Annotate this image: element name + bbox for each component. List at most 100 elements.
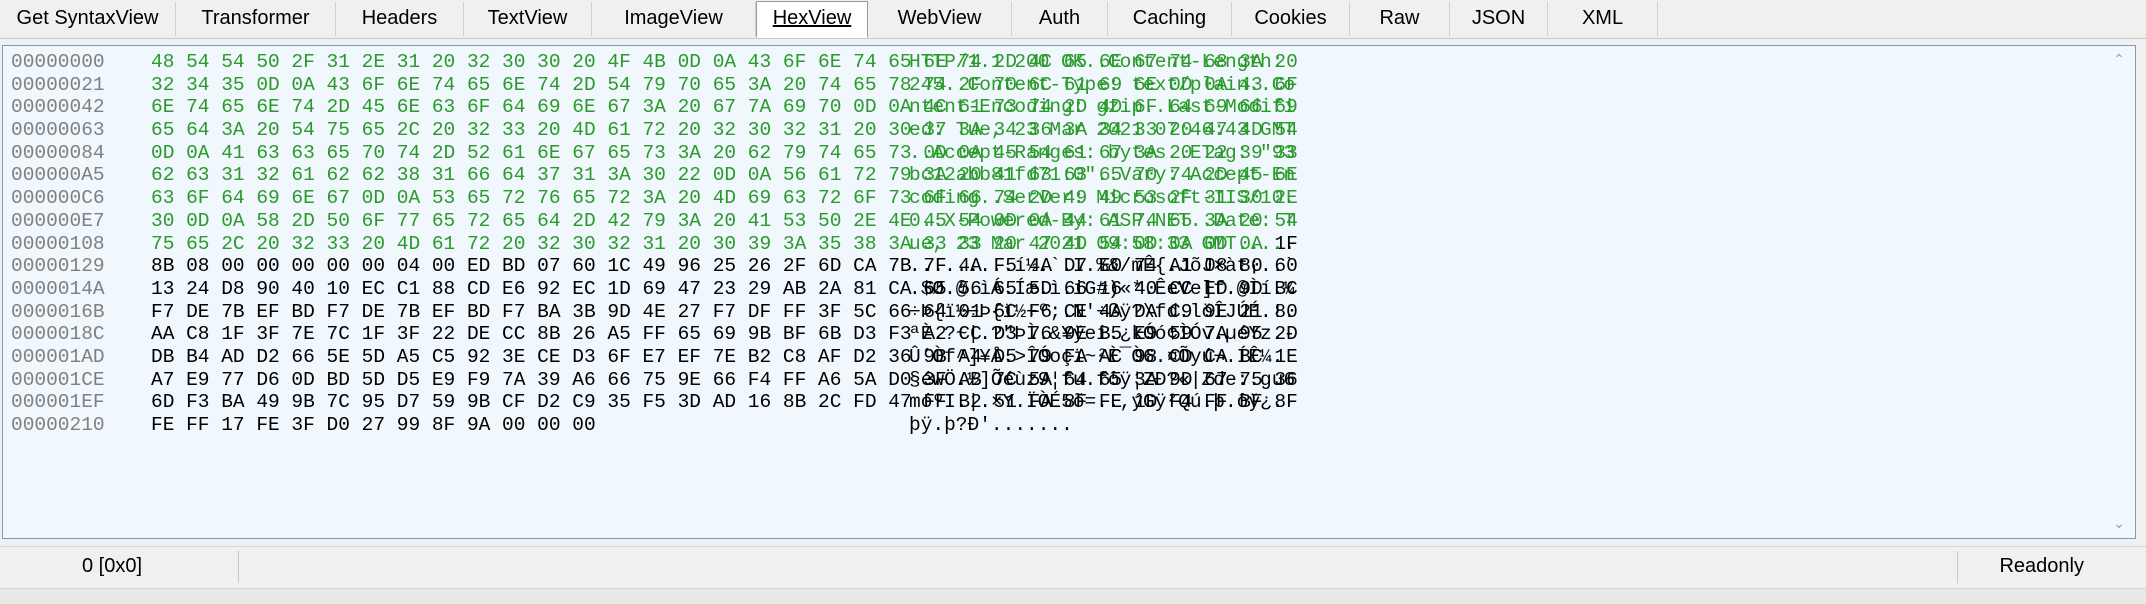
row-offset: 00000000	[11, 51, 105, 73]
ascii-chars: §éwÖ.½]Õéùz9¦fu.fôÿ¦ZÐ?«|Zde:.gu6	[909, 368, 1296, 391]
tab-headers[interactable]: Headers	[336, 2, 464, 36]
ascii-chars: ªÈ.?~|.?"ÞÌ.&¥ÿei.¿kÓó¢ÌÓv.µéYz.-	[909, 323, 1296, 346]
ascii-text: .$Ø.@.ìÁ.Íæ.ì.iG#)«*.ÊeVe]f.@Ìí.¼	[909, 278, 1295, 301]
hex-bytes: 75 65 2C 20 32 33 20 4D 61 72 20 32 30 3…	[151, 233, 1298, 256]
status-divider	[238, 551, 239, 583]
ascii-chars: ..Accept-Ranges: bytes..ETag: "93	[909, 141, 1296, 164]
hex-bytes: FE FF 17 FE 3F D0 27 99 8F 9A 00 00 00	[151, 414, 909, 437]
hex-row: 00000042 6E 74 65 6E 74 2D 45 6E 63 6F 64…	[11, 96, 1298, 119]
ascii-text: §éwÖ.½]Õéùz9¦fu.fôÿ¦ZÐ?«|Zde:.gu6	[909, 369, 1295, 392]
ascii-chars: ntent-Encoding: gzip..Last-Modifi	[909, 96, 1296, 119]
hex-row: 000001CE A7 E9 77 D6 0D BD 5D D5 E9 F9 7A…	[11, 368, 1298, 392]
hex-bytes: 62 63 31 32 61 62 62 38 31 66 64 37 31 3…	[151, 164, 1298, 187]
ascii-text: bc12abb81fd71:0"..Vary: Accept-En	[909, 164, 1295, 187]
cursor-position: 0 [0x0]	[82, 555, 143, 577]
hex-view-panel[interactable]: 00000000 48 54 54 50 2F 31 2E 31 20 32 30…	[2, 45, 2136, 539]
tab-cookies[interactable]: Cookies	[1232, 2, 1350, 36]
ascii-text: Û´­Òf^]¥Å.>ÎÓoçï~²È¯Ò6.¤Õyú¬.ÍÊ¼.	[909, 346, 1283, 369]
hex-row: 000001EF 6D F3 BA 49 9B 7C 95 D7 59 9B CF…	[11, 391, 1298, 414]
tab-label: ImageView	[624, 7, 723, 29]
ascii-text: ed: Tue, 23 Mar 2021 07:46:43 GMT	[909, 119, 1295, 142]
status-divider	[1957, 551, 1958, 583]
tab-transformer[interactable]: Transformer	[176, 2, 336, 36]
ascii-chars: ed: Tue, 23 Mar 2021 07:46:43 GMT	[909, 119, 1296, 142]
tab-raw[interactable]: Raw	[1350, 2, 1450, 36]
hex-bytes: 6D F3 BA 49 9B 7C 95 D7 59 9B CF D2 C9 3…	[151, 391, 1298, 414]
tab-json[interactable]: JSON	[1450, 2, 1548, 36]
scroll-down-icon[interactable]: ⌄	[2111, 516, 2127, 532]
tab-label: WebView	[897, 7, 982, 29]
tab-label: Transformer	[201, 7, 310, 29]
hex-bytes: F7 DE 7B EF BD F7 DE 7B EF BD F7 BA 3B 9…	[151, 301, 1298, 324]
ascii-chars: ÷Þ{ï½÷Þ{ï½÷º;.N'÷ßÿ?\fd.löÎJÚÉ.!.	[909, 300, 1296, 323]
row-offset: 000000A5	[11, 164, 105, 187]
row-offset: 0000014A	[11, 277, 105, 300]
hex-bytes: 32 34 35 0D 0A 43 6F 6E 74 65 6E 74 2D 5…	[151, 74, 1298, 97]
readonly-indicator: Readonly	[1999, 555, 2084, 577]
row-offset: 00000108	[11, 232, 105, 255]
hex-row: 00000210 FE FF 17 FE 3F D0 27 99 8F 9A 00…	[11, 414, 1295, 437]
hex-bytes: AA C8 1F 3F 7E 7C 1F 3F 22 DE CC 8B 26 A…	[151, 323, 1298, 346]
row-offset: 000001AD	[11, 345, 105, 368]
hex-row: 00000021 32 34 35 0D 0A 43 6F 6E 74 65 6E…	[11, 73, 1298, 97]
hex-row: 000000A5 62 63 31 32 61 62 62 38 31 66 64…	[11, 164, 1298, 187]
tab-label: Raw	[1379, 7, 1420, 29]
row-offset: 00000210	[11, 414, 105, 436]
ascii-chars: 245..Content-Type: text/plain..Co	[909, 73, 1296, 96]
tab-imageview[interactable]: ImageView	[592, 2, 756, 36]
row-offset: 000000C6	[11, 187, 105, 210]
vertical-scrollbar[interactable]: ⌃ ⌄	[2103, 46, 2135, 538]
tab-label: HexView	[772, 7, 852, 29]
tab-label: Auth	[1038, 7, 1081, 29]
bottom-strip	[0, 588, 2146, 604]
ascii-text: ue, 23 Mar 2021 09:58:33 GMT.....	[909, 233, 1295, 256]
tab-hexview[interactable]: HexView	[756, 1, 868, 38]
hex-row: 00000129 8B 08 00 00 00 00 00 04 00 ED BD…	[11, 255, 1298, 278]
tab-label: JSON	[1471, 7, 1526, 29]
tab-xml[interactable]: XML	[1548, 2, 1658, 36]
ascii-chars: ue, 23 Mar 2021 09:58:33 GMT....	[909, 232, 1284, 255]
tab-caching[interactable]: Caching	[1108, 2, 1232, 36]
ascii-chars: Û´­Òf^]¥Å.>ÎÓoçï~²È¯Ò6.¤Õyú¬.ÍÊ¼.	[909, 345, 1284, 368]
ascii-text: 245..Content-Type: text/plain..Co	[909, 74, 1295, 97]
tab-label: XML	[1581, 7, 1624, 29]
ascii-text: móºI.|.×Y.ÏÒÉ5õ=­..,ýGÿ²Qú.þ.ôÿ¿.	[909, 391, 1283, 414]
status-bar: 0 [0x0] Readonly	[0, 546, 2146, 587]
ascii-text: coding..Server: Microsoft-IIS/10.	[909, 187, 1295, 210]
hex-bytes: 0D 0A 41 63 63 65 70 74 2D 52 61 6E 67 6…	[151, 142, 1298, 165]
tab-webview[interactable]: WebView	[868, 2, 1012, 36]
hex-bytes: 13 24 D8 90 40 10 EC C1 88 CD E6 92 EC 1…	[151, 278, 1298, 301]
ascii-chars: coding..Server: Microsoft-IIS/10.	[909, 187, 1296, 210]
hex-row: 0000016B F7 DE 7B EF BD F7 DE 7B EF BD F7…	[11, 300, 1298, 324]
ascii-chars: HTTP/1.1 200 OK..Content-Length:	[909, 51, 1296, 73]
ascii-chars: þÿ.þ?Ð'.......	[909, 414, 1073, 436]
tab-label: Cookies	[1254, 7, 1327, 29]
tab-label: Get SyntaxView	[16, 7, 159, 29]
hex-row: 00000000 48 54 54 50 2F 31 2E 31 20 32 30…	[11, 51, 1298, 74]
row-offset: 0000018C	[11, 323, 105, 346]
ascii-text: ..Accept-Ranges: bytes..ETag: "93	[909, 142, 1295, 165]
row-offset: 00000084	[11, 141, 105, 164]
ascii-text: .........í½.`.I.%&/mÊ{.JõJ×àt¡..`	[909, 255, 1295, 278]
ascii-chars: 0..X-Powered-By: ASP.NET..Date: T	[909, 209, 1296, 232]
hex-dump: 00000000 48 54 54 50 2F 31 2E 31 20 32 30…	[11, 51, 1298, 437]
row-offset: 00000063	[11, 119, 105, 142]
hex-row: 0000018C AA C8 1F 3F 7E 7C 1F 3F 22 DE CC…	[11, 323, 1298, 346]
scroll-up-icon[interactable]: ⌃	[2111, 52, 2127, 68]
row-offset: 00000021	[11, 73, 105, 96]
ascii-chars: .........í½.`.I.%&/mÊ{.JõJ×àt¡..`	[909, 255, 1296, 278]
inspector-tab-bar: Get SyntaxView Transformer Headers TextView…	[0, 0, 2146, 39]
hex-row: 00000108 75 65 2C 20 32 33 20 4D 61 72 20…	[11, 232, 1298, 256]
hex-bytes: 8B 08 00 00 00 00 00 04 00 ED BD 07 60 1…	[151, 255, 1298, 278]
tab-auth[interactable]: Auth	[1012, 2, 1108, 36]
hex-row: 00000063 65 64 3A 20 54 75 65 2C 20 32 33…	[11, 119, 1298, 142]
tab-textview[interactable]: TextView	[464, 2, 592, 36]
tab-label: Headers	[361, 7, 438, 29]
ascii-text: ntent-Encoding: gzip..Last-Modifi	[909, 96, 1295, 119]
row-offset: 000001CE	[11, 368, 105, 391]
hex-row: 000000E7 30 0D 0A 58 2D 50 6F 77 65 72 65…	[11, 209, 1298, 233]
ascii-body-chars: .	[1283, 232, 1296, 255]
hex-row: 00000084 0D 0A 41 63 63 65 70 74 2D 52 61…	[11, 141, 1298, 165]
ascii-text: þÿ.þ?Ð'.......	[909, 414, 1073, 437]
tab-get-syntaxview[interactable]: Get SyntaxView	[0, 2, 176, 36]
